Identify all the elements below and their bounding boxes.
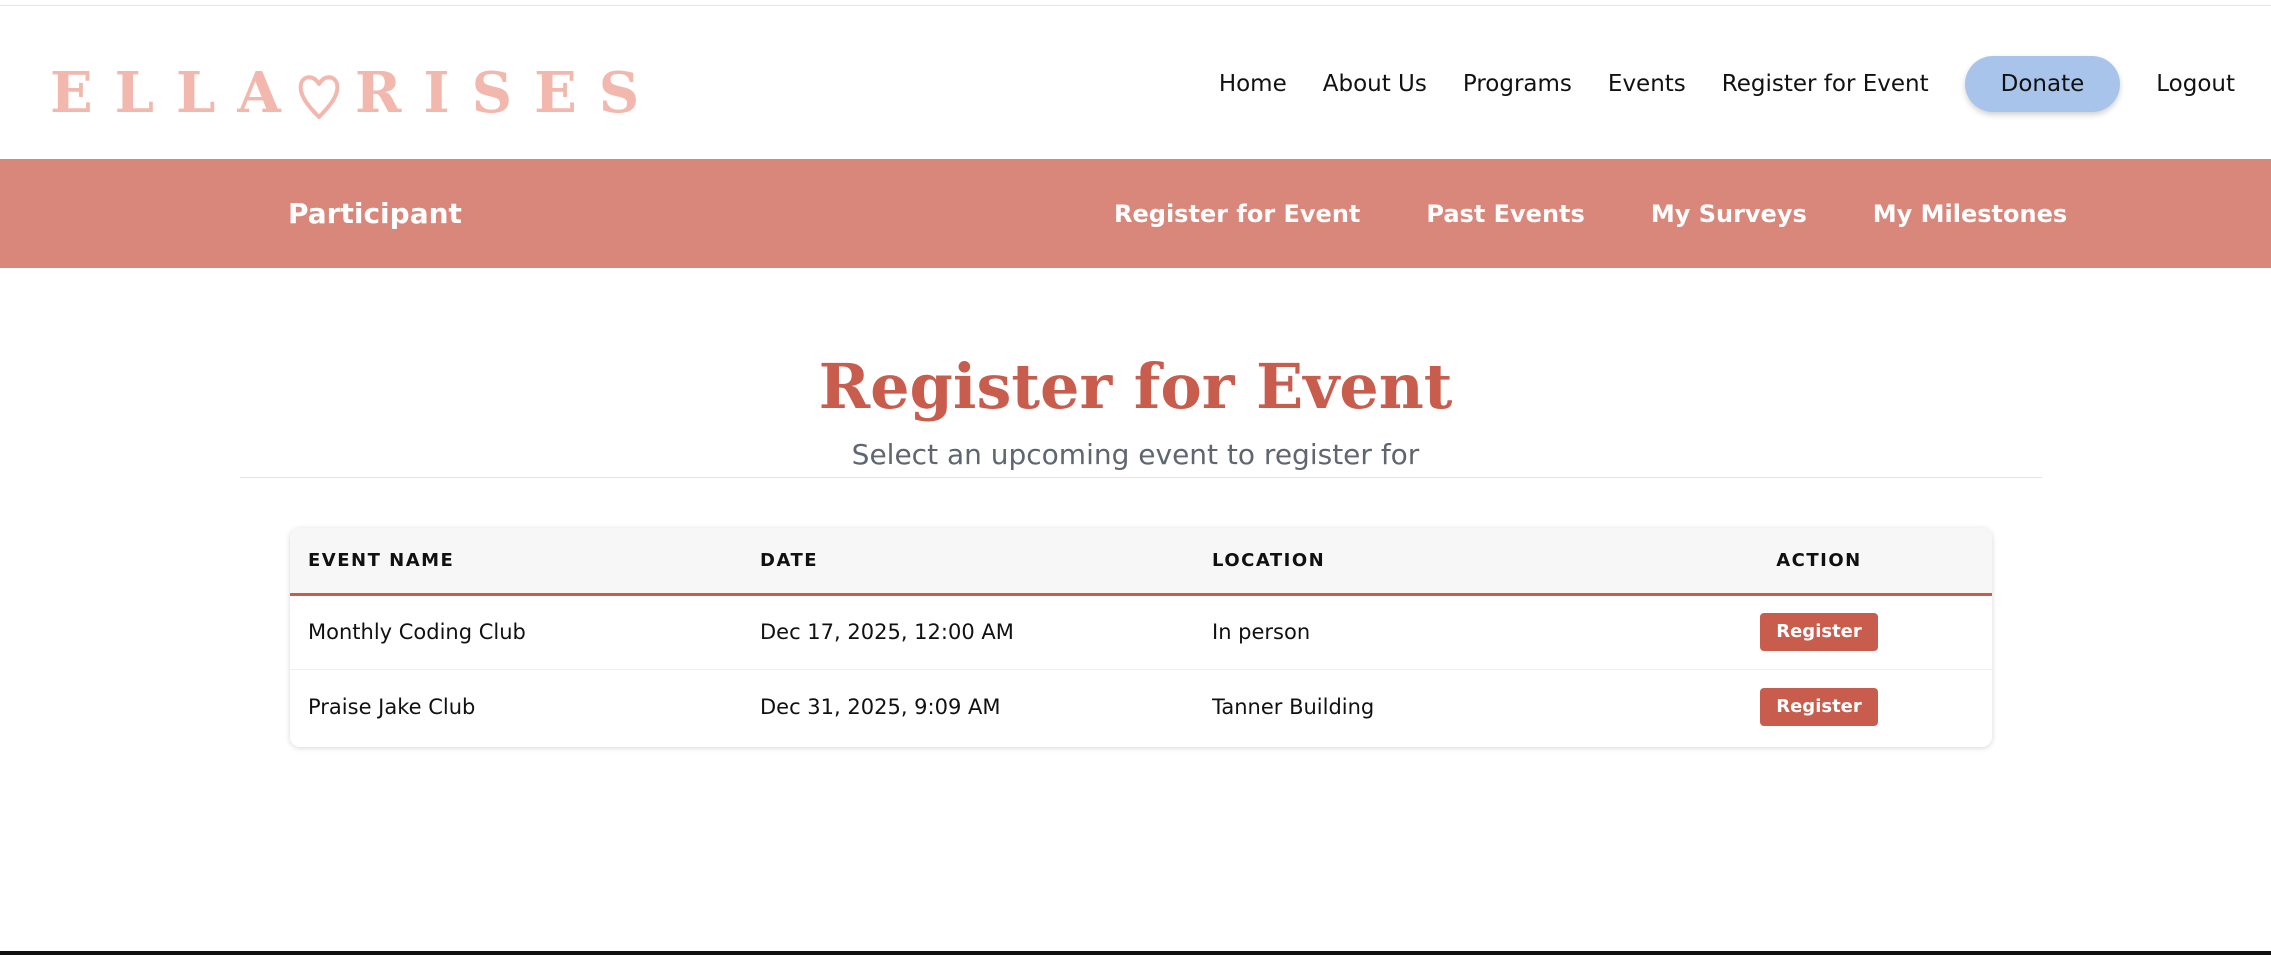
bottom-border	[0, 951, 2271, 955]
header-date: DATE	[760, 549, 819, 571]
divider	[240, 477, 2042, 478]
subnav-past-events-link[interactable]: Past Events	[1426, 200, 1584, 228]
table-row: Praise Jake Club Dec 31, 2025, 9:09 AM T…	[290, 669, 1992, 744]
nav-register-link[interactable]: Register for Event	[1722, 71, 1929, 97]
table-body: Monthly Coding Club Dec 17, 2025, 12:00 …	[290, 594, 1992, 744]
event-location-cell: In person	[1212, 620, 1311, 644]
participant-subnav: Participant Register for Event Past Even…	[0, 159, 2271, 268]
nav-home-link[interactable]: Home	[1219, 71, 1287, 97]
event-action-cell: Register	[1646, 669, 1992, 744]
nav-programs-link[interactable]: Programs	[1463, 71, 1572, 97]
register-button[interactable]: Register	[1760, 687, 1878, 726]
table-header-row: EVENT NAME DATE LOCATION ACTION	[290, 528, 1992, 594]
nav-events-link[interactable]: Events	[1608, 71, 1686, 97]
logo[interactable]: ELLA RISES	[50, 60, 661, 126]
subnav-links: Register for Event Past Events My Survey…	[1114, 159, 2133, 268]
page-subtitle: Select an upcoming event to register for	[851, 438, 1420, 471]
logo-text-left: ELLA	[50, 60, 303, 126]
table-row: Monthly Coding Club Dec 17, 2025, 12:00 …	[290, 594, 1992, 669]
events-table-card: EVENT NAME DATE LOCATION ACTION Monthly …	[290, 528, 1992, 747]
donate-button[interactable]: Donate	[1964, 56, 2121, 112]
nav-about-link[interactable]: About Us	[1323, 71, 1427, 97]
logo-text-right: RISES	[354, 60, 662, 126]
register-button[interactable]: Register	[1760, 613, 1878, 651]
logout-link[interactable]: Logout	[2156, 71, 2235, 97]
role-label: Participant	[288, 197, 462, 230]
header-action: ACTION	[1776, 549, 1862, 571]
site-header: ELLA RISES Home About Us Programs Events…	[0, 6, 2271, 159]
event-date-cell: Dec 17, 2025, 12:00 AM	[760, 620, 1014, 644]
main-nav: Home About Us Programs Events Register f…	[1183, 56, 2235, 112]
subnav-my-milestones-link[interactable]: My Milestones	[1873, 200, 2067, 228]
header-event-name: EVENT NAME	[308, 549, 455, 571]
table-header: EVENT NAME DATE LOCATION ACTION	[290, 528, 1992, 594]
page-title: Register for Event	[818, 350, 1453, 423]
event-name-cell: Monthly Coding Club	[308, 620, 526, 644]
event-date-cell: Dec 31, 2025, 9:09 AM	[760, 694, 1001, 719]
subnav-register-link[interactable]: Register for Event	[1114, 200, 1360, 228]
subnav-my-surveys-link[interactable]: My Surveys	[1651, 200, 1807, 228]
heart-icon	[297, 69, 341, 119]
events-table: EVENT NAME DATE LOCATION ACTION Monthly …	[290, 528, 1992, 744]
header-location: LOCATION	[1212, 549, 1326, 571]
event-name-cell: Praise Jake Club	[308, 694, 476, 719]
event-action-cell: Register	[1646, 594, 1992, 669]
event-location-cell: Tanner Building	[1212, 694, 1375, 719]
